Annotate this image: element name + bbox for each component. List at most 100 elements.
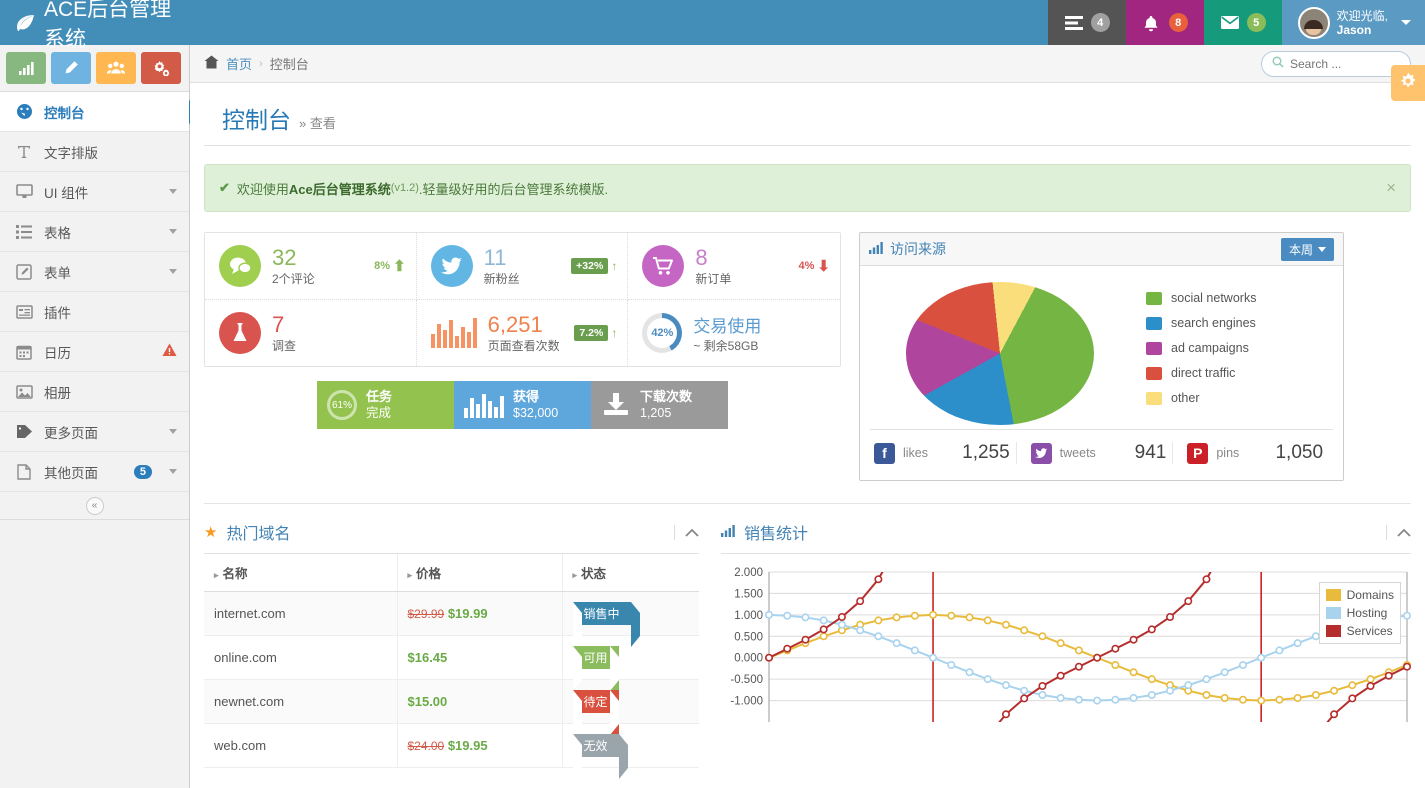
infobox-label: 页面查看次数 bbox=[488, 337, 564, 354]
search-icon bbox=[1272, 56, 1284, 71]
infobox-text: 7 调查 bbox=[272, 313, 406, 354]
sidebar-nav: 控制台 文字排版 UI 组件 表格 bbox=[0, 92, 189, 492]
sidebar-item-forms[interactable]: 表单 bbox=[0, 252, 189, 292]
cell-price: $29.99 $19.99 bbox=[397, 592, 562, 636]
chevron-up-icon[interactable] bbox=[674, 525, 699, 540]
legend-item: ad campaigns bbox=[1146, 341, 1256, 355]
sidebar-item-other-pages[interactable]: 其他页面 5 bbox=[0, 452, 189, 492]
table-row[interactable]: internet.com $29.99 $19.99 销售中 bbox=[204, 592, 699, 636]
double-chevron-left-icon[interactable]: « bbox=[86, 497, 104, 515]
button-sub: 完成 bbox=[366, 405, 392, 421]
chevron-up-icon[interactable] bbox=[1386, 525, 1411, 540]
chevron-down-icon bbox=[1401, 20, 1411, 25]
tasks-button[interactable]: 61% 任务 完成 bbox=[317, 381, 454, 429]
chart-shortcut[interactable] bbox=[6, 52, 46, 84]
sidebar-item-more-pages[interactable]: 更多页面 bbox=[0, 412, 189, 452]
search-input[interactable] bbox=[1290, 57, 1400, 71]
ring-value: 61% bbox=[332, 400, 352, 411]
traffic-pie-chart bbox=[906, 282, 1094, 425]
user-menu[interactable]: 欢迎光临, Jason bbox=[1282, 0, 1425, 45]
sidebar-item-label: 文字排版 bbox=[44, 142, 177, 162]
sidebar-item-gallery[interactable]: 相册 bbox=[0, 372, 189, 412]
messages-menu[interactable]: 5 bbox=[1204, 0, 1282, 45]
pie-chart-area: social networks search engines ad campai… bbox=[870, 276, 1333, 429]
new-price: $19.95 bbox=[448, 738, 488, 753]
cell-domain-name: online.com bbox=[204, 636, 397, 680]
page-title: 控制台 bbox=[222, 101, 291, 135]
close-icon[interactable]: × bbox=[1386, 178, 1396, 198]
earnings-button[interactable]: 获得 $32,000 bbox=[454, 381, 591, 429]
alert-text-pre: 欢迎使用 bbox=[237, 179, 289, 198]
notifications-menu[interactable]: 8 bbox=[1126, 0, 1204, 45]
column-header-price[interactable]: ▸价格 bbox=[397, 554, 562, 592]
social-value: 1,255 bbox=[962, 442, 1016, 464]
table-row[interactable]: online.com $16.45 可用 bbox=[204, 636, 699, 680]
infobox-label: ~ 剩余58GB bbox=[693, 337, 830, 354]
pencil-icon bbox=[63, 60, 79, 76]
column-header-status[interactable]: ▸状态 bbox=[562, 554, 699, 592]
breadcrumb-item-home[interactable]: 首页 bbox=[226, 54, 252, 73]
tasks-badge: 4 bbox=[1091, 13, 1110, 32]
social-label: tweets bbox=[1060, 446, 1096, 460]
list-icon bbox=[15, 225, 33, 239]
infobox-pageviews[interactable]: 6,251 页面查看次数 7.2% ↑ bbox=[417, 300, 629, 366]
search-box[interactable] bbox=[1261, 51, 1411, 77]
chevron-down-icon bbox=[169, 189, 177, 194]
chevron-down-icon bbox=[169, 469, 177, 474]
period-dropdown[interactable]: 本周 bbox=[1281, 238, 1334, 261]
bar-chart-icon bbox=[18, 61, 35, 76]
infobox-percent: 8% bbox=[374, 260, 390, 272]
settings-toggle-button[interactable] bbox=[1391, 65, 1425, 101]
legend-item: Hosting bbox=[1326, 604, 1394, 622]
breadcrumb: 首页 › 控制台 bbox=[190, 45, 1425, 83]
cell-status: 无效 bbox=[562, 724, 699, 768]
brand-logo[interactable]: ACE后台管理系统 bbox=[0, 0, 190, 45]
infobox-section: 32 2个评论 8% ⬆ 11 bbox=[204, 232, 841, 481]
settings-shortcut[interactable] bbox=[141, 52, 181, 84]
infobox-trend: 8% ⬆ bbox=[374, 257, 405, 275]
column-label: 名称 bbox=[223, 567, 248, 581]
comments-icon bbox=[219, 245, 261, 287]
cell-domain-name: internet.com bbox=[204, 592, 397, 636]
tasks-menu[interactable]: 4 bbox=[1048, 0, 1126, 45]
tasks-icon bbox=[1064, 15, 1084, 31]
button-title: 下载次数 bbox=[640, 389, 692, 405]
legend-swatch bbox=[1326, 607, 1341, 619]
sales-line-chart: 2.0001.5001.0000.5000.000-0.500-1.000 Do… bbox=[721, 564, 1411, 724]
table-row[interactable]: web.com $24.00 $19.95 无效 bbox=[204, 724, 699, 768]
sidebar-item-dashboard[interactable]: 控制台 bbox=[0, 92, 189, 132]
infobox-surveys[interactable]: 7 调查 bbox=[205, 300, 417, 366]
avatar bbox=[1298, 7, 1330, 39]
leaf-icon bbox=[14, 12, 36, 34]
notifications-badge: 8 bbox=[1169, 13, 1188, 32]
table-row[interactable]: newnet.com $15.00 待定 bbox=[204, 680, 699, 724]
infobox-orders[interactable]: 8 新订单 4% ⬇ bbox=[628, 233, 840, 300]
arrow-down-icon: ⬇ bbox=[817, 257, 830, 275]
sidebar-item-typography[interactable]: 文字排版 bbox=[0, 132, 189, 172]
home-icon[interactable] bbox=[204, 55, 219, 73]
status-badge: 销售中 bbox=[573, 602, 631, 625]
infobox-percent: 4% bbox=[799, 260, 815, 272]
legend-swatch bbox=[1326, 589, 1341, 601]
bar-chart-icon bbox=[869, 242, 883, 257]
edit-shortcut[interactable] bbox=[51, 52, 91, 84]
infobox-comments[interactable]: 32 2个评论 8% ⬆ bbox=[205, 233, 417, 300]
infobox-traffic-usage[interactable]: 42% 交易使用 ~ 剩余58GB bbox=[628, 300, 840, 366]
legend-label: direct traffic bbox=[1171, 366, 1235, 380]
pinterest-icon: P bbox=[1187, 443, 1208, 464]
sidebar-item-calendar[interactable]: 日历 bbox=[0, 332, 189, 372]
users-shortcut[interactable] bbox=[96, 52, 136, 84]
old-price: $24.00 bbox=[408, 739, 445, 753]
sidebar-item-plugins[interactable]: 插件 bbox=[0, 292, 189, 332]
sales-section: 销售统计 2.0001.5001.0000.5000.000-0.500-1.0… bbox=[721, 520, 1411, 768]
infobox-value: 32 bbox=[272, 246, 363, 270]
column-header-name[interactable]: ▸名称 bbox=[204, 554, 397, 592]
infobox-followers[interactable]: 11 新粉丝 +32% ↑ bbox=[417, 233, 629, 300]
arrow-up-icon: ↑ bbox=[611, 259, 617, 273]
sidebar-item-ui-components[interactable]: UI 组件 bbox=[0, 172, 189, 212]
svg-text:-0.500: -0.500 bbox=[730, 674, 763, 686]
sidebar-item-label: 控制台 bbox=[44, 102, 177, 122]
downloads-button[interactable]: 下载次数 1,205 bbox=[591, 381, 728, 429]
infobox-label: 调查 bbox=[272, 337, 406, 354]
sidebar-item-tables[interactable]: 表格 bbox=[0, 212, 189, 252]
